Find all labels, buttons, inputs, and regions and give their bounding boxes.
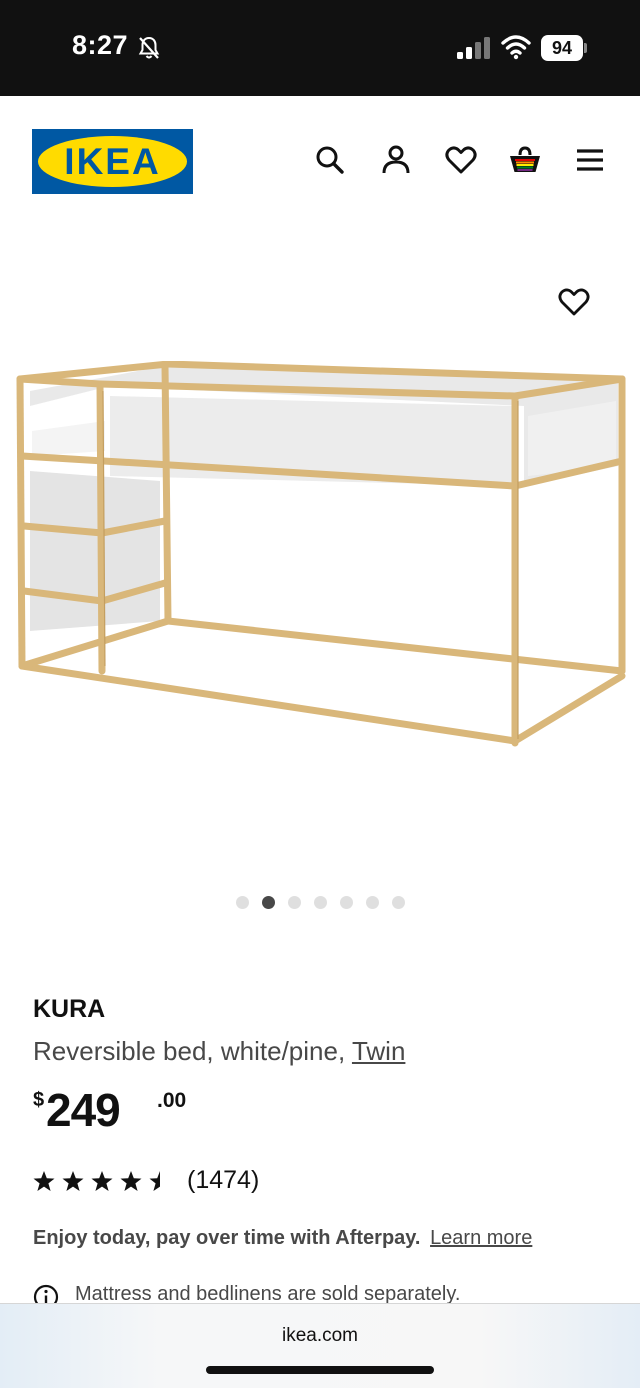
product-description: Reversible bed, white/pine, Twin — [33, 1036, 613, 1067]
price-currency: $ — [33, 1089, 45, 1111]
status-time: 8:27 — [72, 30, 129, 60]
product-image[interactable] — [10, 361, 630, 756]
afterpay-text: Enjoy today, pay over time with Afterpay… — [33, 1227, 421, 1249]
learn-more-link[interactable]: Learn more — [430, 1227, 532, 1249]
price-decimal: .00 — [157, 1089, 187, 1112]
ikea-logo[interactable]: IKEA — [32, 129, 193, 194]
bell-muted-icon — [138, 36, 160, 59]
pagination-dot[interactable] — [365, 896, 379, 909]
menu-icon[interactable] — [573, 143, 607, 177]
cart-icon[interactable] — [508, 143, 542, 177]
logo-text: IKEA — [64, 141, 161, 182]
battery-icon: 94 — [541, 35, 587, 61]
product-description-text: Reversible bed, white/pine, — [33, 1036, 352, 1066]
afterpay-message: Enjoy today, pay over time with Afterpay… — [33, 1227, 532, 1250]
pagination-dot[interactable] — [235, 896, 249, 909]
wishlist-icon[interactable] — [444, 143, 478, 177]
battery-level: 94 — [541, 35, 583, 61]
wifi-icon — [501, 35, 531, 60]
gallery-pagination — [0, 896, 640, 910]
browser-address-bar[interactable]: ikea.com — [0, 1303, 640, 1388]
pagination-dot-active[interactable] — [261, 896, 275, 909]
battery-cap — [584, 43, 587, 53]
product-gallery[interactable] — [0, 226, 640, 926]
size-link[interactable]: Twin — [352, 1036, 405, 1066]
product-info: KURA Reversible bed, white/pine, Twin — [33, 995, 613, 1067]
price-integer: 249 — [46, 1084, 121, 1136]
site-header: IKEA — [0, 96, 640, 226]
review-count[interactable]: (1474) — [187, 1166, 259, 1195]
status-bar: 8:27 94 — [0, 0, 640, 96]
url-text[interactable]: ikea.com — [0, 1325, 640, 1347]
product-name: KURA — [33, 995, 106, 1023]
pagination-dot[interactable] — [313, 896, 327, 909]
signal-icon — [457, 37, 490, 59]
account-icon[interactable] — [379, 143, 413, 177]
pagination-dot[interactable] — [287, 896, 301, 909]
pagination-dot[interactable] — [339, 896, 353, 909]
heart-outline-icon[interactable] — [557, 286, 591, 318]
home-indicator[interactable] — [206, 1366, 434, 1374]
pagination-dot[interactable] — [391, 896, 405, 909]
search-icon[interactable] — [313, 143, 347, 177]
star-rating-icon — [33, 1171, 171, 1191]
